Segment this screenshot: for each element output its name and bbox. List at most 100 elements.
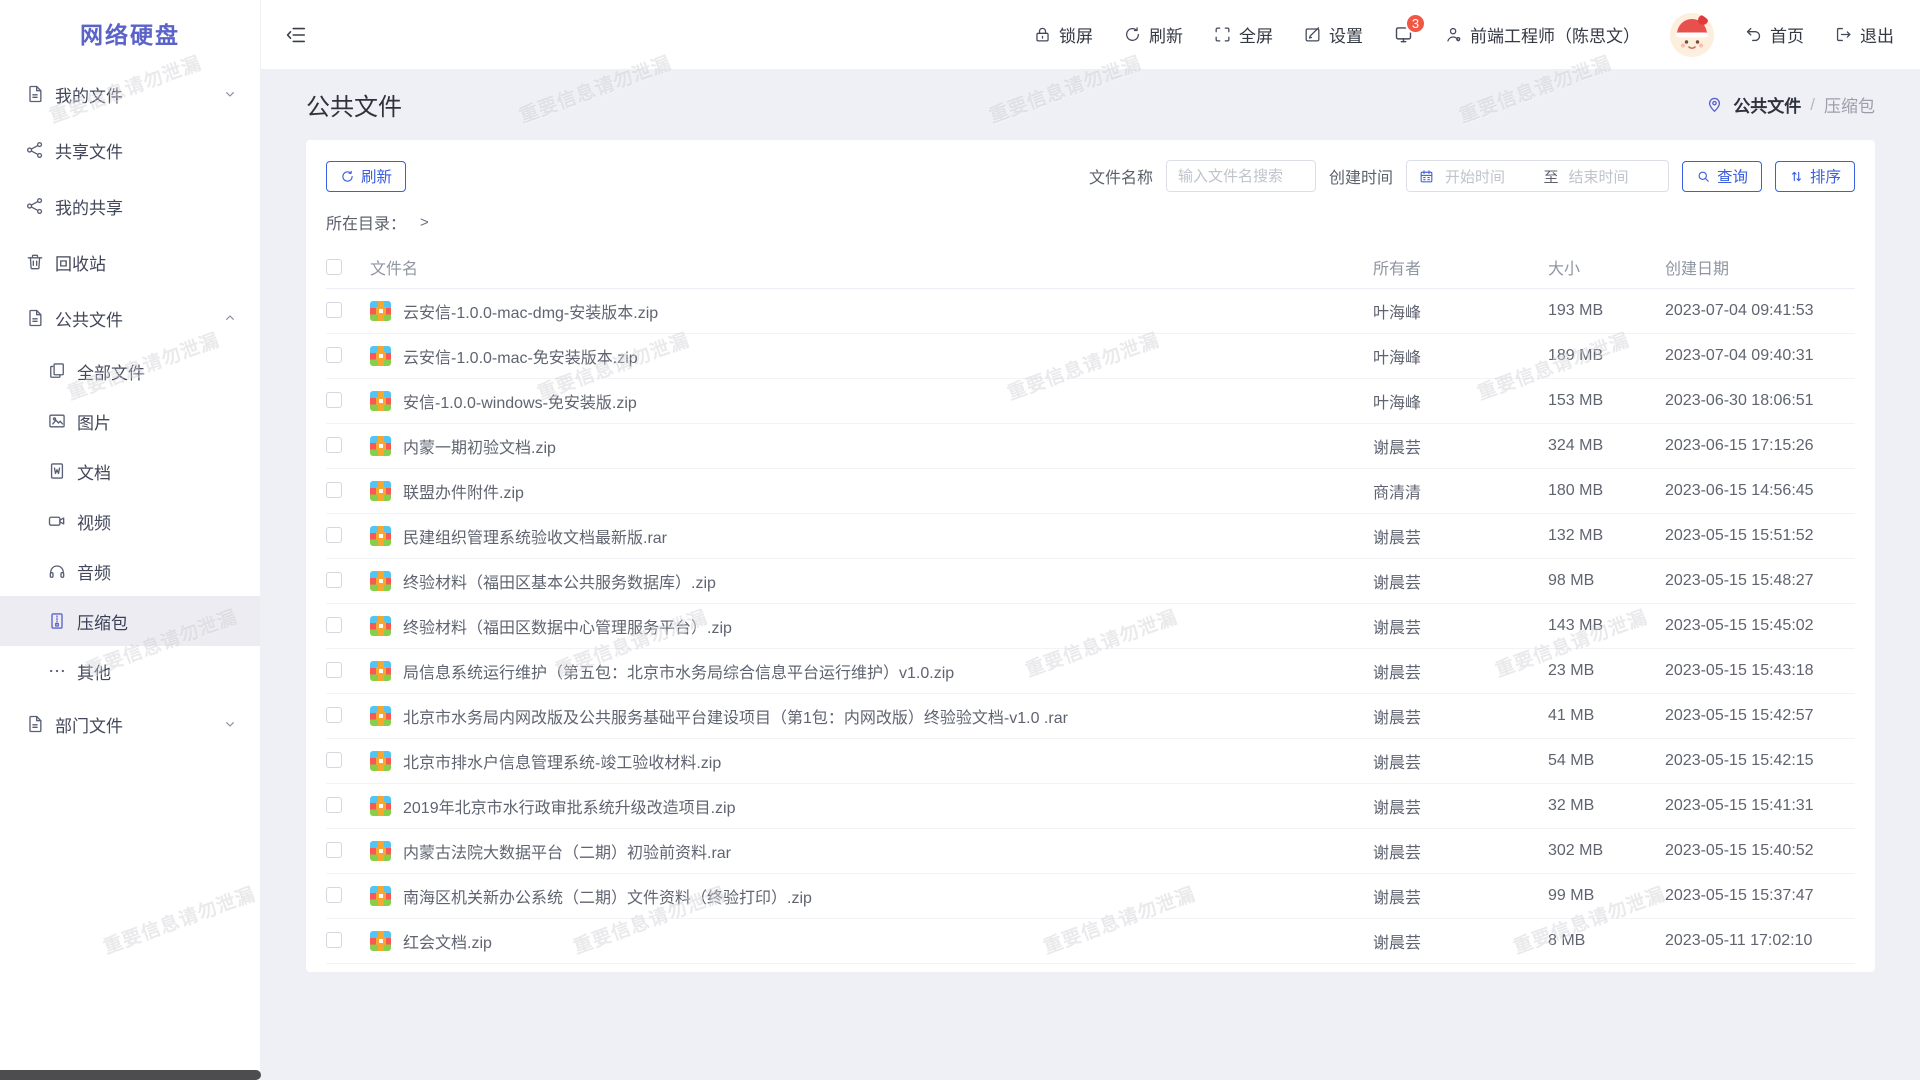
file-name-search-input[interactable] (1166, 160, 1316, 192)
table-row[interactable]: 内蒙古法院大数据平台（二期）初验前资料.rar 谢晨芸 302 MB 2023-… (326, 828, 1855, 873)
breadcrumb: 公共文件 / 压缩包 (1705, 92, 1875, 117)
file-size: 32 MB (1548, 783, 1665, 828)
sidebar-item-recycle-bin[interactable]: 回收站 (0, 234, 260, 290)
table-row[interactable]: 云安信-1.0.0-mac-免安装版本.zip 叶海峰 189 MB 2023-… (326, 333, 1855, 378)
file-name[interactable]: 内蒙古法院大数据平台（二期）初验前资料.rar (403, 839, 731, 863)
row-checkbox[interactable] (326, 482, 342, 498)
row-checkbox[interactable] (326, 617, 342, 633)
location-pin-icon (1705, 95, 1724, 114)
file-date: 2023-05-15 15:43:18 (1665, 648, 1855, 693)
file-name[interactable]: 南海区机关新办公系统（二期）文件资料（终验打印）.zip (403, 884, 812, 908)
refresh-button[interactable]: 刷新 (1123, 22, 1183, 47)
list-refresh-button[interactable]: 刷新 (326, 161, 406, 192)
sidebar-item-department-files[interactable]: 部门文件 (0, 696, 260, 752)
sidebar-item-label: 公共文件 (55, 306, 123, 331)
notifications-button[interactable]: 3 (1393, 24, 1414, 45)
file-name[interactable]: 安信-1.0.0-windows-免安装版.zip (403, 389, 637, 413)
file-name[interactable]: 云安信-1.0.0-mac-dmg-安装版本.zip (403, 299, 658, 323)
file-name[interactable]: 终验材料（福田区基本公共服务数据库）.zip (403, 569, 716, 593)
zip-file-icon (370, 346, 391, 366)
end-date-placeholder[interactable]: 结束时间 (1568, 166, 1657, 187)
sidebar-item-documents[interactable]: 文档 (0, 446, 260, 496)
filters: 文件名称 创建时间 开始时间 至 结束时间 查询 (1089, 160, 1855, 192)
file-name[interactable]: 民建组织管理系统验收文档最新版.rar (403, 524, 667, 548)
file-name[interactable]: 云安信-1.0.0-mac-免安装版本.zip (403, 344, 638, 368)
home-button[interactable]: 首页 (1744, 22, 1804, 47)
table-row[interactable]: 2019年北京市水行政审批系统升级改造项目.zip 谢晨芸 32 MB 2023… (326, 783, 1855, 828)
sidebar-item-public-files[interactable]: 公共文件 (0, 290, 260, 346)
sidebar-item-audio[interactable]: 音频 (0, 546, 260, 596)
file-name[interactable]: 北京市排水户信息管理系统-竣工验收材料.zip (403, 749, 721, 773)
sidebar-item-my-shares[interactable]: 我的共享 (0, 178, 260, 234)
select-all-checkbox[interactable] (326, 259, 342, 275)
sidebar-item-shared-files[interactable]: 共享文件 (0, 122, 260, 178)
fullscreen-button[interactable]: 全屏 (1213, 22, 1273, 47)
sort-button[interactable]: 排序 (1775, 161, 1855, 192)
sidebar-item-videos[interactable]: 视频 (0, 496, 260, 546)
settings-button[interactable]: 设置 (1303, 22, 1363, 47)
start-date-placeholder[interactable]: 开始时间 (1445, 166, 1534, 187)
file-name[interactable]: 2019年北京市水行政审批系统升级改造项目.zip (403, 794, 736, 818)
table-row[interactable]: 终验材料（福田区数据中心管理服务平台）.zip 谢晨芸 143 MB 2023-… (326, 603, 1855, 648)
file-name[interactable]: 终验材料（福田区数据中心管理服务平台）.zip (403, 614, 732, 638)
row-checkbox[interactable] (326, 842, 342, 858)
table-row[interactable]: 安信-1.0.0-windows-免安装版.zip 叶海峰 153 MB 202… (326, 378, 1855, 423)
file-name[interactable]: 联盟办件附件.zip (403, 479, 524, 503)
page-title: 公共文件 (306, 87, 402, 122)
table-row[interactable]: 南海区机关新办公系统（二期）文件资料（终验打印）.zip 谢晨芸 99 MB 2… (326, 873, 1855, 918)
user-menu[interactable]: 前端工程师（陈思文） (1444, 22, 1640, 47)
lock-screen-button[interactable]: 锁屏 (1033, 22, 1093, 47)
sidebar-item-label: 压缩包 (77, 609, 128, 634)
file-name[interactable]: 内蒙一期初验文档.zip (403, 434, 556, 458)
logout-icon (1834, 25, 1853, 44)
horizontal-scrollbar-thumb[interactable] (0, 1070, 261, 1080)
table-row[interactable]: 红会文档.zip 谢晨芸 8 MB 2023-05-11 17:02:10 (326, 918, 1855, 963)
file-name[interactable]: 局信息系统运行维护（第五包：北京市水务局综合信息平台运行维护）v1.0.zip (403, 659, 954, 683)
user-name-label: 前端工程师（陈思文） (1470, 22, 1640, 47)
row-checkbox[interactable] (326, 392, 342, 408)
directory-arrow[interactable]: > (420, 214, 429, 231)
table-row[interactable]: 联盟办件附件.zip 商清清 180 MB 2023-06-15 14:56:4… (326, 468, 1855, 513)
table-row[interactable]: 民建组织管理系统验收文档最新版.rar 谢晨芸 132 MB 2023-05-1… (326, 513, 1855, 558)
row-checkbox[interactable] (326, 662, 342, 678)
query-button[interactable]: 查询 (1682, 161, 1762, 192)
main-area: 锁屏 刷新 全屏 设置 3 (261, 0, 1920, 1080)
top-header: 锁屏 刷新 全屏 设置 3 (261, 0, 1920, 69)
breadcrumb-root[interactable]: 公共文件 (1733, 92, 1801, 117)
sidebar-item-all-files[interactable]: 全部文件 (0, 346, 260, 396)
row-checkbox[interactable] (326, 347, 342, 363)
table-row[interactable]: 北京市排水户信息管理系统-竣工验收材料.zip 谢晨芸 54 MB 2023-0… (326, 738, 1855, 783)
sidebar-item-my-files[interactable]: 我的文件 (0, 66, 260, 122)
sidebar-item-images[interactable]: 图片 (0, 396, 260, 446)
file-owner: 商清清 (1373, 468, 1548, 513)
row-checkbox[interactable] (326, 887, 342, 903)
row-checkbox[interactable] (326, 707, 342, 723)
row-checkbox[interactable] (326, 527, 342, 543)
file-name[interactable]: 红会文档.zip (403, 929, 492, 953)
column-header-size: 大小 (1548, 246, 1665, 288)
file-size: 193 MB (1548, 288, 1665, 333)
table-row[interactable]: 内蒙一期初验文档.zip 谢晨芸 324 MB 2023-06-15 17:15… (326, 423, 1855, 468)
file-name[interactable]: 北京市水务局内网改版及公共服务基础平台建设项目（第1包：内网改版）终验验文档-v… (403, 704, 1068, 728)
logout-button[interactable]: 退出 (1834, 22, 1894, 47)
table-row[interactable]: 终验材料（福田区基本公共服务数据库）.zip 谢晨芸 98 MB 2023-05… (326, 558, 1855, 603)
sidebar-item-others[interactable]: 其他 (0, 646, 260, 696)
zip-file-icon (370, 886, 391, 906)
user-avatar[interactable] (1670, 13, 1714, 57)
table-row[interactable]: 局信息系统运行维护（第五包：北京市水务局综合信息平台运行维护）v1.0.zip … (326, 648, 1855, 693)
sidebar-item-archives[interactable]: 压缩包 (0, 596, 260, 646)
document-icon (25, 714, 45, 734)
row-checkbox[interactable] (326, 572, 342, 588)
date-range-picker[interactable]: 开始时间 至 结束时间 (1406, 160, 1669, 192)
sidebar-collapse-icon[interactable] (285, 24, 307, 46)
table-row[interactable]: 北京市水务局内网改版及公共服务基础平台建设项目（第1包：内网改版）终验验文档-v… (326, 693, 1855, 738)
row-checkbox[interactable] (326, 437, 342, 453)
table-row[interactable]: 云安信-1.0.0-mac-dmg-安装版本.zip 叶海峰 193 MB 20… (326, 288, 1855, 333)
lock-screen-label: 锁屏 (1059, 22, 1093, 47)
row-checkbox[interactable] (326, 797, 342, 813)
row-checkbox[interactable] (326, 752, 342, 768)
current-directory-label: 所在目录： (326, 210, 406, 234)
row-checkbox[interactable] (326, 302, 342, 318)
row-checkbox[interactable] (326, 932, 342, 948)
file-size: 8 MB (1548, 918, 1665, 963)
